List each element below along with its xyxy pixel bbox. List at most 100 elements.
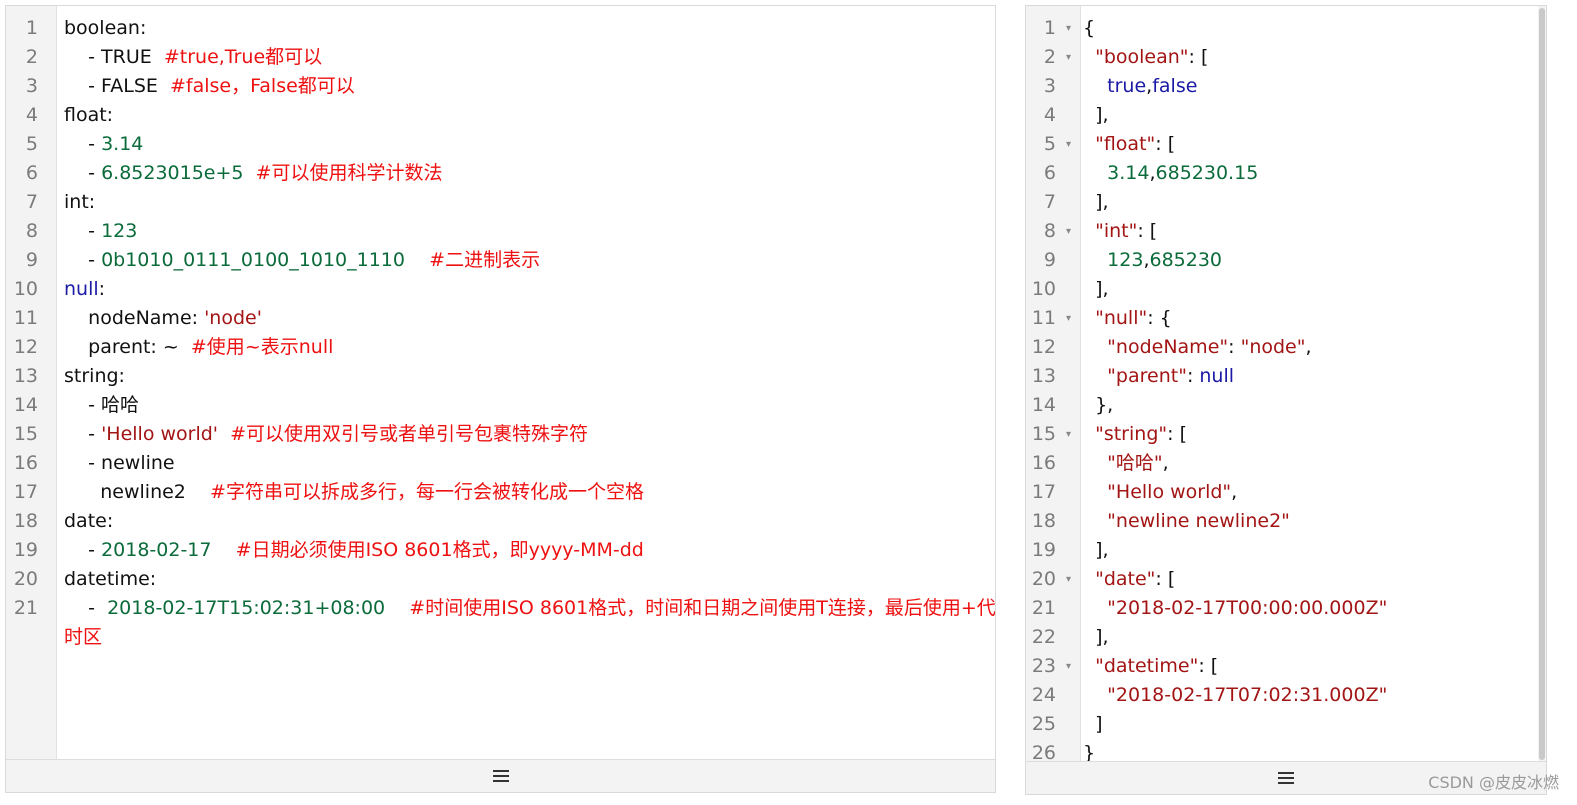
editor-resize-bar[interactable] (6, 759, 995, 792)
vertical-scrollbar[interactable] (1538, 6, 1546, 762)
code-line[interactable]: "boolean": [ (1083, 43, 1538, 72)
code-line[interactable]: ], (1083, 536, 1538, 565)
code-line[interactable]: "nodeName": "node", (1083, 333, 1538, 362)
line-number-text: 17 (13, 481, 38, 503)
code-line[interactable]: - 2018-02-17T15:02:31+08:00 #时间使用ISO 860… (64, 594, 995, 623)
line-number-text: 18 (1031, 510, 1056, 532)
code-line[interactable]: "parent": null (1083, 362, 1538, 391)
fold-arrow-icon[interactable]: ▾ (1066, 420, 1071, 449)
code-line[interactable]: - FALSE #false，False都可以 (64, 72, 987, 101)
code-line[interactable]: - 'Hello world' #可以使用双引号或者单引号包裹特殊字符 (64, 420, 987, 449)
code-line[interactable]: "newline newline2" (1083, 507, 1538, 536)
code-line[interactable]: - TRUE #true,True都可以 (64, 43, 987, 72)
code-text: }, (1083, 394, 1114, 416)
code-line[interactable]: datetime: (64, 565, 987, 594)
code-line[interactable]: "datetime": [ (1083, 652, 1538, 681)
code-line[interactable]: { (1083, 14, 1538, 43)
code-line[interactable]: - 3.14 (64, 130, 987, 159)
line-number (6, 623, 56, 652)
number-literal: 3.14 (1107, 162, 1150, 184)
line-number-text: 14 (1031, 394, 1056, 416)
yaml-editor[interactable]: 1 2 3 4 5 6 7 8 9 10 11 12 13 14 15 16 17 18 19 20 21 boolea… (5, 5, 996, 793)
code-line[interactable]: - 6.8523015e+5 #可以使用科学计数法 (64, 159, 987, 188)
line-number: 17 (1026, 478, 1080, 507)
line-number: 10 (6, 275, 56, 304)
code-line[interactable]: string: (64, 362, 987, 391)
fold-arrow-icon[interactable]: ▾ (1066, 652, 1071, 681)
code-line[interactable]: - 2018-02-17 #日期必须使用ISO 8601格式，即yyyy-MM-… (64, 536, 987, 565)
fold-arrow-icon[interactable]: ▾ (1066, 565, 1071, 594)
line-number-text: 24 (1031, 684, 1056, 706)
line-number: 3 (6, 72, 56, 101)
code-line[interactable]: true,false (1083, 72, 1538, 101)
code-line[interactable]: 123,685230 (1083, 246, 1538, 275)
resize-handle-icon[interactable] (1278, 772, 1294, 784)
keyword: null (1199, 365, 1235, 387)
code-line[interactable]: - 0b1010_0111_0100_1010_1110 #二进制表示 (64, 246, 987, 275)
line-number-text: 16 (13, 452, 38, 474)
fold-arrow-icon[interactable]: ▾ (1066, 304, 1071, 333)
code-area[interactable]: boolean: - TRUE #true,True都可以 - FALSE #f… (64, 14, 995, 652)
code-line[interactable]: ] (1083, 710, 1538, 739)
code-line[interactable]: parent: ~ #使用~表示null (64, 333, 987, 362)
code-line[interactable]: "2018-02-17T00:00:00.000Z" (1083, 594, 1538, 623)
comment: #时间使用ISO 8601格式，时间和日期之间使用T连接，最后使用+代表 (385, 597, 996, 619)
line-number: 12 (6, 333, 56, 362)
code-line[interactable]: "int": [ (1083, 217, 1538, 246)
fold-arrow-icon[interactable]: ▾ (1066, 14, 1071, 43)
code-line[interactable]: "date": [ (1083, 565, 1538, 594)
code-line[interactable]: boolean: (64, 14, 987, 43)
code-text: : (98, 278, 106, 300)
code-line[interactable]: int: (64, 188, 987, 217)
line-number: 2 (6, 43, 56, 72)
code-line[interactable]: - 哈哈 (64, 391, 987, 420)
code-line[interactable]: "null": { (1083, 304, 1538, 333)
string-literal: 'node' (204, 307, 262, 329)
scrollbar-thumb[interactable] (1539, 8, 1545, 760)
code-line[interactable]: "哈哈", (1083, 449, 1538, 478)
code-line[interactable]: float: (64, 101, 987, 130)
fold-arrow-icon[interactable]: ▾ (1066, 217, 1071, 246)
line-number-gutter: 1 2 3 4 5 6 7 8 9 10 11 12 13 14 15 16 17 18 19 20 21 (6, 6, 57, 760)
code-line[interactable]: 时区 (64, 623, 987, 652)
json-output-editor[interactable]: 1 ▾ 2 ▾ 3 4 5 ▾ 6 7 8 ▾ 9 10 11 ▾ 12 13 14 15 ▾ 16 17 18 19 20 ▾ 21… (1025, 5, 1547, 795)
code-line[interactable]: newline2 #字符串可以拆成多行，每一行会被转化成一个空格 (64, 478, 987, 507)
code-line[interactable]: ], (1083, 275, 1538, 304)
code-line[interactable]: "float": [ (1083, 130, 1538, 159)
code-text: newline2 (64, 481, 211, 503)
line-number-text: 20 (1031, 568, 1056, 590)
line-number-text: 16 (1031, 452, 1056, 474)
line-number-text: 12 (13, 336, 38, 358)
fold-arrow-icon[interactable]: ▾ (1066, 130, 1071, 159)
code-line[interactable]: 3.14,685230.15 (1083, 159, 1538, 188)
line-number-text: 15 (13, 423, 38, 445)
string-literal: "node" (1240, 336, 1306, 358)
code-line[interactable]: - 123 (64, 217, 987, 246)
fold-arrow-icon[interactable]: ▾ (1066, 43, 1071, 72)
resize-handle-icon[interactable] (492, 770, 509, 782)
line-number: 5 ▾ (1026, 130, 1080, 159)
comment: #可以使用科学计数法 (243, 162, 443, 184)
line-number-text: 1 (1043, 17, 1056, 39)
code-line[interactable]: }, (1083, 391, 1538, 420)
line-number: 5 (6, 130, 56, 159)
code-line[interactable]: - newline (64, 449, 987, 478)
line-number: 21 (1026, 594, 1080, 623)
line-number-text: 9 (1043, 249, 1056, 271)
code-line[interactable]: "string": [ (1083, 420, 1538, 449)
code-line[interactable]: "2018-02-17T07:02:31.000Z" (1083, 681, 1538, 710)
code-area[interactable]: { "boolean": [ true,false ], "float": [ … (1083, 14, 1538, 768)
line-number: 6 (1026, 159, 1080, 188)
line-number-text: 17 (1031, 481, 1056, 503)
code-line[interactable]: ], (1083, 101, 1538, 130)
code-line[interactable]: date: (64, 507, 987, 536)
code-line[interactable]: null: (64, 275, 987, 304)
code-line[interactable]: ], (1083, 623, 1538, 652)
code-line[interactable]: "Hello world", (1083, 478, 1538, 507)
code-line[interactable]: ], (1083, 188, 1538, 217)
code-line[interactable]: nodeName: 'node' (64, 304, 987, 333)
code-text: ], (1083, 539, 1109, 561)
